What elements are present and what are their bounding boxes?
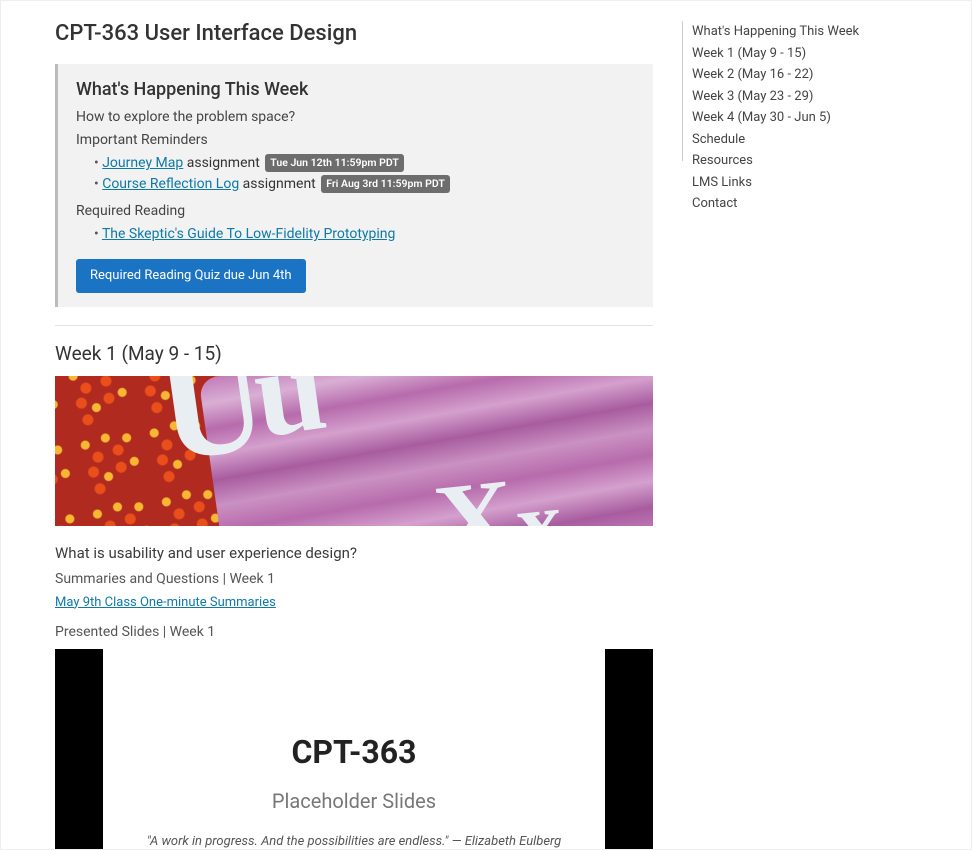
due-badge: Fri Aug 3rd 11:59pm PDT <box>321 175 450 193</box>
callout-heading: What's Happening This Week <box>76 76 635 103</box>
toc-item-contact[interactable]: Contact <box>692 193 925 215</box>
quiz-button[interactable]: Required Reading Quiz due Jun 4th <box>76 259 306 293</box>
slide-subtitle: Placeholder Slides <box>272 786 436 816</box>
toc-item-lms-links[interactable]: LMS Links <box>692 172 925 194</box>
page-toc: What's Happening This Week Week 1 (May 9… <box>681 1 941 849</box>
reading-label: Required Reading <box>76 201 635 222</box>
reminder-item: Course Reflection Log assignment Fri Aug… <box>94 174 635 195</box>
summary-link[interactable]: May 9th Class One-minute Summaries <box>55 593 276 613</box>
toc-item-resources[interactable]: Resources <box>692 150 925 172</box>
toc-item-schedule[interactable]: Schedule <box>692 129 925 151</box>
week1-question: What is usability and user experience de… <box>55 542 653 565</box>
callout-subtitle: How to explore the problem space? <box>76 107 635 128</box>
slides-embed[interactable]: CPT-363 Placeholder Slides "A work in pr… <box>55 649 653 849</box>
toc-item-whats-happening[interactable]: What's Happening This Week <box>692 21 925 43</box>
reminders-label: Important Reminders <box>76 130 635 151</box>
toc-item-week2[interactable]: Week 2 (May 16 - 22) <box>692 64 925 86</box>
slide-quote: "A work in progress. And the possibiliti… <box>147 832 561 850</box>
reflection-log-link[interactable]: Course Reflection Log <box>102 176 239 192</box>
summaries-label: Summaries and Questions | Week 1 <box>55 569 653 590</box>
due-badge: Tue Jun 12th 11:59pm PDT <box>265 154 404 172</box>
journey-map-link[interactable]: Journey Map <box>102 155 183 171</box>
reminder-suffix: assignment <box>183 155 263 171</box>
slides-label: Presented Slides | Week 1 <box>55 622 653 643</box>
weekly-callout: What's Happening This Week How to explor… <box>55 64 653 307</box>
toc-item-week4[interactable]: Week 4 (May 30 - Jun 5) <box>692 107 925 129</box>
toc-item-week3[interactable]: Week 3 (May 23 - 29) <box>692 86 925 108</box>
reminder-suffix: assignment <box>239 176 319 192</box>
reminder-item: Journey Map assignment Tue Jun 12th 11:5… <box>94 153 635 174</box>
page-title: CPT-363 User Interface Design <box>55 17 653 50</box>
week1-title: Week 1 (May 9 - 15) <box>55 340 653 369</box>
week1-banner-image: U u X x <box>55 376 653 526</box>
slide-title: CPT-363 <box>291 728 416 776</box>
reading-link[interactable]: The Skeptic's Guide To Low-Fidelity Prot… <box>102 226 395 242</box>
reading-item: The Skeptic's Guide To Low-Fidelity Prot… <box>94 224 635 245</box>
toc-item-week1[interactable]: Week 1 (May 9 - 15) <box>692 43 925 65</box>
section-divider <box>55 325 653 326</box>
